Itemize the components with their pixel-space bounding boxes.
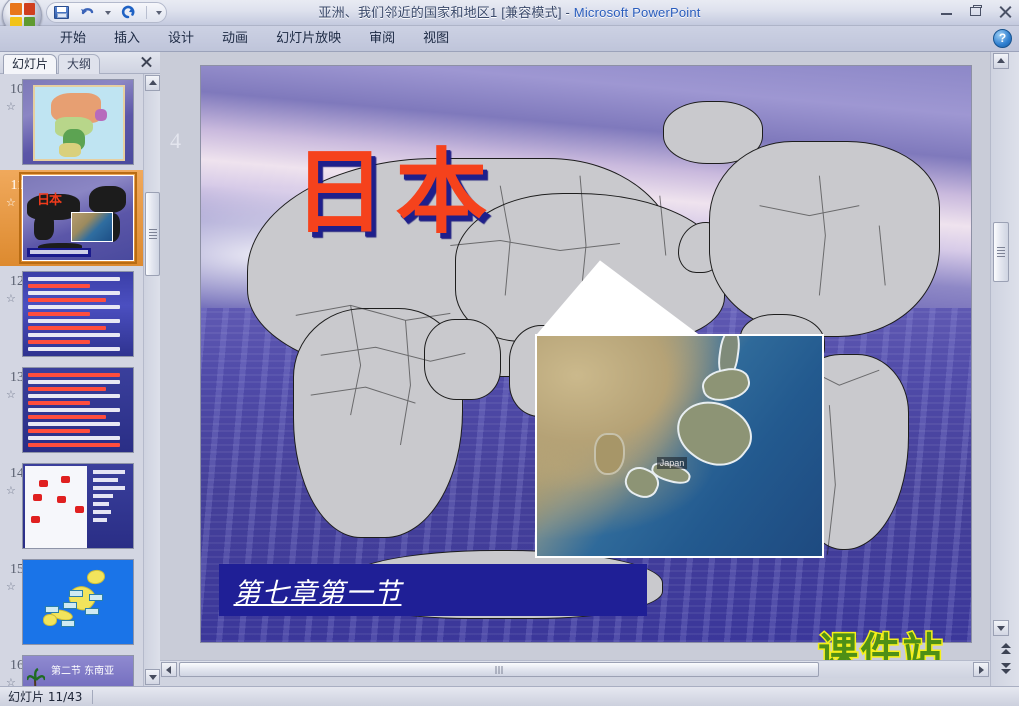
customize-qat-icon[interactable] xyxy=(156,10,162,15)
tab-insert[interactable]: 插入 xyxy=(100,26,154,52)
powerpoint-window: 亚洲、我们邻近的国家和地区1 [兼容模式] - Microsoft PowerP… xyxy=(0,0,1019,706)
document-title: 亚洲、我们邻近的国家和地区1 [兼容模式] xyxy=(318,5,562,20)
slide-view-scrollbar[interactable] xyxy=(990,52,1019,686)
undo-dropdown-icon[interactable] xyxy=(105,10,111,15)
close-button[interactable] xyxy=(995,3,1015,20)
thumbnail-title-text: 日本 xyxy=(37,193,62,208)
slide-counter: 幻灯片 11/43 xyxy=(0,689,94,704)
previous-slide-button[interactable] xyxy=(996,641,1015,658)
thumbnail-preview xyxy=(22,271,134,357)
thumbnail-number: 12 xyxy=(10,274,24,289)
thumbnail-number: 10 xyxy=(10,82,24,97)
slide-thumbnail-list[interactable]: 10 ☆ 11 ☆ 日本 12 ☆ 13 ☆ 14 ☆ 15 ☆ 16 ☆ 第二… xyxy=(0,74,143,686)
tab-view[interactable]: 视图 xyxy=(409,26,463,52)
thumbnail-slide-10[interactable]: 10 ☆ xyxy=(0,74,143,170)
scroll-up-icon[interactable] xyxy=(145,75,160,91)
tab-design[interactable]: 设计 xyxy=(154,26,208,52)
horizontal-scrollbar[interactable] xyxy=(160,660,990,678)
slides-pane-tabs: 幻灯片 大纲 xyxy=(0,52,160,74)
next-slide-button[interactable] xyxy=(996,661,1015,678)
bottom-filler xyxy=(160,678,990,686)
slide-caption-box[interactable]: 第七章第一节 xyxy=(219,564,647,617)
animation-star-icon: ☆ xyxy=(6,293,16,305)
thumbnail-title-text: 第二节 东南亚 xyxy=(51,666,115,677)
thumbnail-slide-12[interactable]: 12 ☆ xyxy=(0,266,143,362)
thumbnail-slide-13[interactable]: 13 ☆ xyxy=(0,362,143,458)
scroll-down-icon[interactable] xyxy=(993,620,1009,636)
office-logo-icon xyxy=(10,3,35,28)
scroll-up-icon[interactable] xyxy=(993,53,1009,69)
tab-outline[interactable]: 大纲 xyxy=(58,54,101,74)
close-pane-icon[interactable] xyxy=(139,55,154,70)
thumbnail-number: 13 xyxy=(10,370,24,385)
restore-button[interactable] xyxy=(966,3,986,20)
thumbnail-number: 11 xyxy=(10,178,24,193)
window-controls xyxy=(937,3,1015,20)
save-icon[interactable] xyxy=(53,4,70,21)
title-bar: 亚洲、我们邻近的国家和地区1 [兼容模式] - Microsoft PowerP… xyxy=(0,0,1019,35)
animation-star-icon: ☆ xyxy=(6,101,16,113)
quick-access-toolbar xyxy=(46,2,167,23)
animation-star-icon: ☆ xyxy=(6,389,16,401)
slide-layout-number: 4 xyxy=(170,128,181,153)
thumbnail-number: 15 xyxy=(10,562,24,577)
thumbnail-preview xyxy=(22,463,134,549)
thumbnail-slide-15[interactable]: 15 ☆ xyxy=(0,554,143,650)
ribbon-tab-bar: 开始 插入 设计 动画 幻灯片放映 审阅 视图 ? xyxy=(0,26,1019,52)
current-slide[interactable]: 日本 Japan 第七章第一节 xyxy=(200,65,972,643)
slides-pane-scrollbar[interactable] xyxy=(143,74,160,686)
thumbnail-number: 16 xyxy=(10,658,24,673)
inset-map-label: Japan xyxy=(656,457,688,470)
scroll-left-icon[interactable] xyxy=(161,662,177,677)
application-name: Microsoft PowerPoint xyxy=(573,5,701,20)
slide-editing-area: 4 日本 Japan 第七章第一节 xyxy=(160,52,990,660)
tab-review[interactable]: 审阅 xyxy=(355,26,409,52)
thumbnail-slide-14[interactable]: 14 ☆ xyxy=(0,458,143,554)
scroll-down-icon[interactable] xyxy=(145,669,160,685)
slide-view-scroll-thumb[interactable] xyxy=(993,222,1009,282)
animation-star-icon: ☆ xyxy=(6,677,16,686)
thumbnail-preview xyxy=(22,559,134,645)
thumbnail-preview: 日本 xyxy=(19,172,137,264)
japan-inset-map[interactable]: Japan xyxy=(535,333,824,559)
slides-pane-scroll-thumb[interactable] xyxy=(145,192,160,276)
tab-home[interactable]: 开始 xyxy=(46,26,100,52)
thumbnail-number: 14 xyxy=(10,466,24,481)
minimize-button[interactable] xyxy=(937,3,957,20)
thumbnail-slide-16[interactable]: 16 ☆ 第二节 东南亚 xyxy=(0,650,143,686)
status-bar: 幻灯片 11/43 xyxy=(0,686,1019,706)
thumbnail-preview xyxy=(22,79,134,165)
help-icon[interactable]: ? xyxy=(993,29,1012,48)
title-separator: - xyxy=(561,5,574,20)
thumbnail-slide-11[interactable]: 11 ☆ 日本 xyxy=(0,170,143,266)
animation-star-icon: ☆ xyxy=(6,485,16,497)
animation-star-icon: ☆ xyxy=(6,581,16,593)
tab-slides[interactable]: 幻灯片 xyxy=(3,54,58,74)
slides-pane: 幻灯片 大纲 10 ☆ 11 ☆ 日本 12 ☆ 13 ☆ 14 ☆ 15 ☆ … xyxy=(0,52,160,686)
thumbnail-preview: 第二节 东南亚 xyxy=(22,655,134,686)
redo-icon[interactable] xyxy=(120,4,137,21)
palm-tree-icon xyxy=(25,664,47,686)
slide-caption-text: 第七章第一节 xyxy=(233,577,402,609)
animation-star-icon: ☆ xyxy=(6,197,16,209)
scroll-right-icon[interactable] xyxy=(973,662,989,677)
tab-animations[interactable]: 动画 xyxy=(208,26,262,52)
ribbon-tabs: 开始 插入 设计 动画 幻灯片放映 审阅 视图 xyxy=(46,26,463,52)
thumbnail-preview xyxy=(22,367,134,453)
undo-icon[interactable] xyxy=(79,4,96,21)
horizontal-scroll-thumb[interactable] xyxy=(179,662,819,677)
tab-slideshow[interactable]: 幻灯片放映 xyxy=(262,26,355,52)
